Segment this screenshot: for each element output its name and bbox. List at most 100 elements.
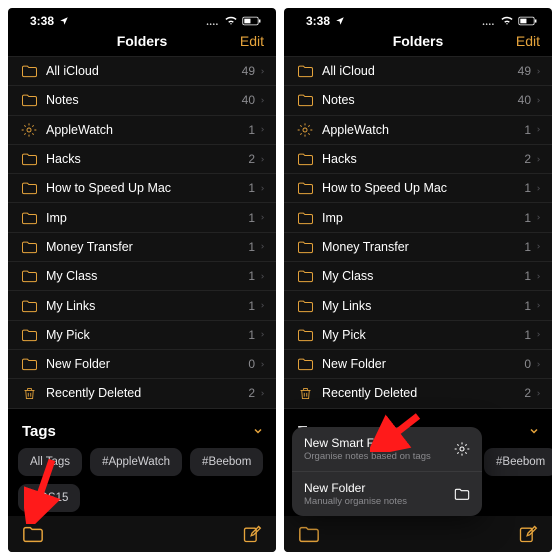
- compose-button[interactable]: [242, 524, 262, 544]
- folder-count: 2: [524, 386, 531, 400]
- chevron-right-icon: [259, 154, 266, 165]
- chevron-down-icon: [528, 425, 540, 437]
- folder-row[interactable]: My Class1: [8, 262, 276, 291]
- folder-row[interactable]: Money Transfer1: [8, 233, 276, 262]
- folder-row[interactable]: How to Speed Up Mac1: [8, 174, 276, 203]
- folder-count: 2: [524, 152, 531, 166]
- folder-row[interactable]: New Folder0: [284, 350, 552, 379]
- tag-chip[interactable]: #iOS15: [18, 484, 80, 512]
- folder-row[interactable]: All iCloud49: [284, 57, 552, 86]
- folder-icon: [18, 240, 40, 254]
- chevron-right-icon: [535, 212, 542, 223]
- folder-row[interactable]: New Folder0: [8, 350, 276, 379]
- new-folder-option[interactable]: New Folder Manually organise notes: [292, 472, 482, 516]
- folder-label: How to Speed Up Mac: [316, 181, 524, 195]
- folder-row[interactable]: My Class1: [284, 262, 552, 291]
- folder-row[interactable]: AppleWatch1: [284, 116, 552, 145]
- folder-count: 1: [524, 240, 531, 254]
- folder-label: My Links: [316, 299, 524, 313]
- folder-count: 40: [242, 93, 255, 107]
- tags-header[interactable]: Tags: [8, 409, 276, 448]
- chevron-down-icon: [252, 425, 264, 437]
- folder-label: All iCloud: [316, 64, 518, 78]
- phone-right: 3:38 Folders Edit All iCloud49Notes40App…: [284, 8, 552, 552]
- tag-chip[interactable]: #AppleWatch: [90, 448, 182, 476]
- folder-row[interactable]: Money Transfer1: [284, 233, 552, 262]
- chevron-right-icon: [259, 241, 266, 252]
- folder-count: 1: [248, 328, 255, 342]
- edit-button[interactable]: Edit: [516, 33, 540, 49]
- folder-label: Money Transfer: [316, 240, 524, 254]
- chevron-right-icon: [259, 300, 266, 311]
- new-folder-button[interactable]: [298, 524, 320, 544]
- folder-icon: [18, 328, 40, 342]
- folder-row[interactable]: Hacks2: [8, 145, 276, 174]
- tag-chip[interactable]: #Beebom: [484, 448, 552, 476]
- folder-row[interactable]: AppleWatch1: [8, 116, 276, 145]
- tag-chip[interactable]: All Tags: [18, 448, 82, 476]
- folder-row[interactable]: Imp1: [8, 203, 276, 232]
- folder-row[interactable]: Recently Deleted2: [8, 379, 276, 408]
- folder-label: Notes: [40, 93, 242, 107]
- tags-chips: All Tags #AppleWatch #Beebom #iOS15: [8, 448, 276, 512]
- new-smart-folder-option[interactable]: New Smart Folder Organise notes based on…: [292, 427, 482, 472]
- folder-row[interactable]: Recently Deleted2: [284, 379, 552, 408]
- new-folder-menu: New Smart Folder Organise notes based on…: [292, 427, 482, 516]
- folder-icon: [18, 93, 40, 107]
- folder-row[interactable]: My Pick1: [8, 321, 276, 350]
- folder-icon: [294, 299, 316, 313]
- chevron-right-icon: [535, 183, 542, 194]
- folder-count: 1: [248, 240, 255, 254]
- chevron-right-icon: [259, 212, 266, 223]
- nav-bar: Folders Edit: [284, 26, 552, 56]
- folder-icon: [294, 152, 316, 166]
- page-title: Folders: [117, 33, 168, 49]
- folder-label: New Folder: [40, 357, 248, 371]
- folder-count: 1: [524, 328, 531, 342]
- tag-chip[interactable]: #Beebom: [190, 448, 263, 476]
- chevron-right-icon: [535, 124, 542, 135]
- compose-button[interactable]: [518, 524, 538, 544]
- folder-row[interactable]: My Links1: [284, 291, 552, 320]
- folder-count: 1: [248, 299, 255, 313]
- folder-row[interactable]: Notes40: [284, 86, 552, 115]
- folder-label: Hacks: [316, 152, 524, 166]
- chevron-right-icon: [535, 359, 542, 370]
- folder-icon: [18, 152, 40, 166]
- chevron-right-icon: [535, 95, 542, 106]
- folder-count: 49: [518, 64, 531, 78]
- location-icon: [335, 16, 345, 26]
- folder-label: How to Speed Up Mac: [40, 181, 248, 195]
- folder-row[interactable]: How to Speed Up Mac1: [284, 174, 552, 203]
- folder-icon: [294, 328, 316, 342]
- status-bar: 3:38: [284, 8, 552, 26]
- folder-label: My Class: [40, 269, 248, 283]
- chevron-right-icon: [259, 66, 266, 77]
- folder-row[interactable]: Imp1: [284, 203, 552, 232]
- folder-row[interactable]: My Pick1: [284, 321, 552, 350]
- folder-label: Hacks: [40, 152, 248, 166]
- nav-bar: Folders Edit: [8, 26, 276, 56]
- folder-count: 1: [524, 211, 531, 225]
- chevron-right-icon: [535, 300, 542, 311]
- chevron-right-icon: [259, 359, 266, 370]
- folder-row[interactable]: Notes40: [8, 86, 276, 115]
- folder-row[interactable]: Hacks2: [284, 145, 552, 174]
- folder-count: 0: [248, 357, 255, 371]
- wifi-icon: [224, 16, 238, 26]
- folder-row[interactable]: My Links1: [8, 291, 276, 320]
- chevron-right-icon: [259, 124, 266, 135]
- folder-label: Recently Deleted: [40, 386, 248, 400]
- folder-icon: [454, 487, 470, 501]
- menu-title: New Folder: [304, 481, 407, 495]
- status-icons: [206, 16, 262, 26]
- folder-icon: [294, 211, 316, 225]
- edit-button[interactable]: Edit: [240, 33, 264, 49]
- new-folder-button[interactable]: [22, 524, 44, 544]
- status-icons: [482, 16, 538, 26]
- trash-icon: [294, 385, 316, 402]
- tags-title: Tags: [22, 423, 56, 440]
- folder-row[interactable]: All iCloud49: [8, 57, 276, 86]
- folder-icon: [18, 299, 40, 313]
- folder-label: My Links: [40, 299, 248, 313]
